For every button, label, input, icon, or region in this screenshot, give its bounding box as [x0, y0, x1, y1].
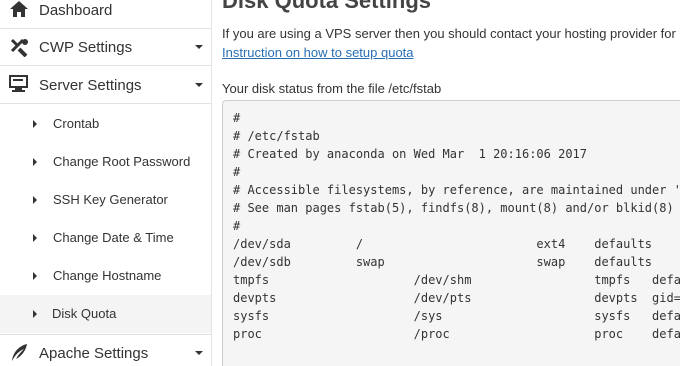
server-icon: [9, 75, 31, 95]
sidebar-subitem-label: Change Hostname: [53, 268, 162, 283]
sidebar-item-cwp-settings[interactable]: CWP Settings: [0, 29, 211, 66]
sidebar-subitem-label: SSH Key Generator: [53, 192, 168, 207]
sidebar-item-label: Server Settings: [39, 77, 142, 94]
sidebar-subitem-disk-quota[interactable]: Disk Quota: [0, 295, 211, 333]
sidebar-subitem-ssh-key-generator[interactable]: SSH Key Generator: [0, 181, 211, 219]
fstab-line: tmpfs /dev/shm tmpfs default: [233, 273, 680, 287]
chevron-right-icon: [33, 120, 37, 128]
intro-text: If you are using a VPS server then you s…: [222, 26, 676, 41]
sidebar-subitem-crontab[interactable]: Crontab: [0, 105, 211, 143]
fstab-line: # Accessible filesystems, by reference, …: [233, 183, 680, 197]
fstab-line: #: [233, 165, 241, 179]
sidebar-subitem-change-hostname[interactable]: Change Hostname: [0, 257, 211, 295]
feather-icon: [9, 343, 31, 363]
fstab-line: /dev/sdb swap swap defaults: [233, 255, 653, 269]
chevron-down-icon: [195, 351, 203, 355]
fstab-line: /dev/sda / ext4 defaults: [233, 237, 653, 251]
chevron-down-icon: [195, 83, 203, 87]
sidebar: Dashboard CWP Settings Server Settings C…: [0, 0, 212, 366]
sidebar-subitem-change-date-time[interactable]: Change Date & Time: [0, 219, 211, 257]
fstab-status-label: Your disk status from the file /etc/fsta…: [222, 81, 442, 96]
quota-instructions-link[interactable]: Instruction on how to setup quota: [222, 45, 414, 60]
fstab-line: # /etc/fstab: [233, 129, 320, 143]
sidebar-subitem-change-root-password[interactable]: Change Root Password: [0, 143, 211, 181]
main-content: Disk Quota Settings If you are using a V…: [222, 0, 680, 366]
chevron-right-icon: [33, 234, 37, 242]
chevron-right-icon: [33, 272, 37, 280]
sidebar-item-label: Apache Settings: [39, 345, 149, 362]
fstab-line: #: [233, 111, 241, 125]
sidebar-item-label: CWP Settings: [39, 39, 133, 56]
sidebar-subitem-label: Change Root Password: [53, 154, 191, 169]
fstab-line: # See man pages fstab(5), findfs(8), mou…: [233, 201, 680, 215]
chevron-down-icon: [195, 45, 203, 49]
fstab-line: proc /proc proc default: [233, 327, 680, 341]
sidebar-item-apache-settings[interactable]: Apache Settings: [0, 334, 211, 366]
fstab-line: devpts /dev/pts devpts gid=5,m: [233, 291, 680, 305]
fstab-line: # Created by anaconda on Wed Mar 1 20:16…: [233, 147, 588, 161]
chevron-right-icon: [33, 158, 37, 166]
page-title: Disk Quota Settings: [222, 0, 432, 13]
fstab-content-box: # # /etc/fstab # Created by anaconda on …: [222, 100, 680, 366]
tools-icon: [9, 37, 31, 58]
sidebar-subitem-label: Change Date & Time: [53, 230, 174, 245]
fstab-line: sysfs /sys sysfs default: [233, 309, 680, 323]
fstab-line: #: [233, 219, 241, 233]
sidebar-subitem-label: Crontab: [53, 116, 100, 131]
sidebar-item-dashboard[interactable]: Dashboard: [0, 0, 211, 29]
sidebar-subitem-label: Disk Quota: [52, 306, 117, 321]
chevron-right-icon: [33, 196, 37, 204]
sidebar-item-server-settings[interactable]: Server Settings: [0, 67, 211, 104]
home-icon: [9, 0, 31, 20]
sidebar-item-label: Dashboard: [39, 2, 113, 19]
chevron-right-icon: [33, 310, 37, 318]
